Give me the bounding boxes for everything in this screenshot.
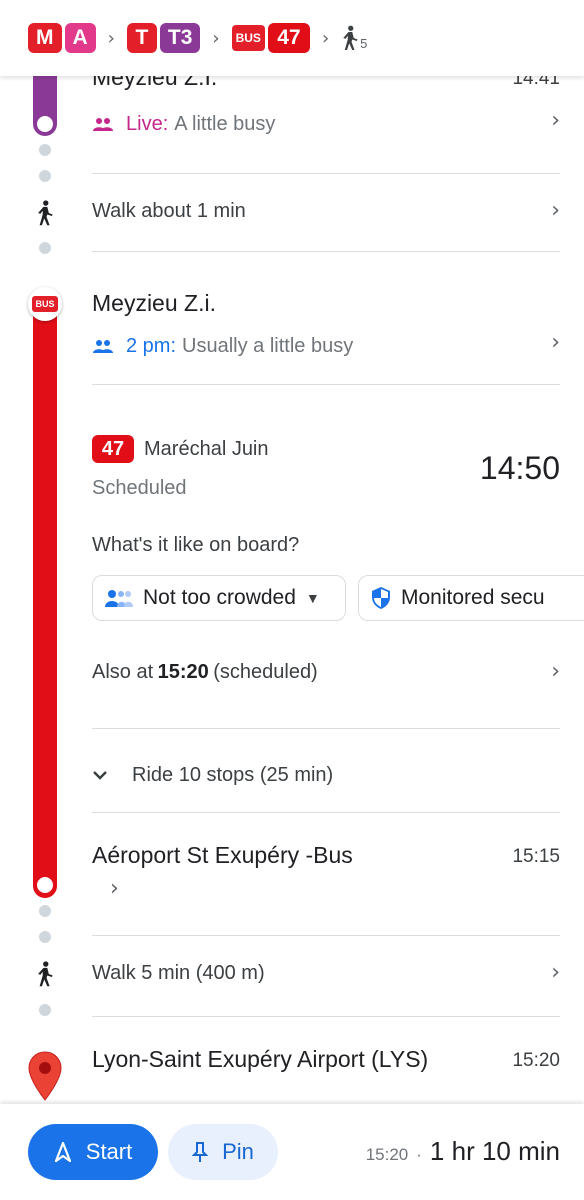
onboard-question: What's it like on board? [92,534,300,556]
walk-dot [39,1004,51,1016]
tram-mode-badge: T [126,23,157,53]
trip-duration: 1 hr 10 min [429,1136,560,1166]
arrival-time: 15:20 [365,1145,409,1164]
ride-summary: Ride 10 stops (25 min) [132,763,334,786]
trip-eta: 15:20 · 1 hr 10 min [366,1136,560,1167]
people-icon [93,340,113,353]
bus-icon-label: BUS [32,296,58,312]
stop-name: Meyzieu Z.i. [92,290,216,316]
divider [92,728,560,729]
bus-direction: Maréchal Juin [144,437,269,460]
chevron-down-icon [93,771,107,780]
forecast-status: Usually a little busy [182,334,354,357]
security-chip[interactable]: Monitored secu [358,575,584,621]
bus-alight-stop[interactable]: Aéroport St Exupéry -Bus 15:15 [92,842,560,872]
bus-boarding-stop[interactable]: Meyzieu Z.i. [92,290,560,320]
start-label: Start [85,1139,133,1164]
walk-dot [39,170,51,182]
shield-icon [372,587,390,609]
destination-name: Lyon-Saint Exupéry Airport (LYS) [92,1046,429,1072]
divider [92,812,560,813]
chevron-right-icon: › [212,27,220,49]
live-status: A little busy [174,112,276,135]
walk-dot [39,242,51,254]
divider [92,1016,560,1017]
walk-step-1[interactable]: Walk about 1 min › [92,198,560,230]
walk-icon [38,200,53,226]
destination-row[interactable]: Lyon-Saint Exupéry Airport (LYS) 15:20 [92,1046,560,1078]
crowd-chip-label: Not too crowded [143,586,296,609]
crowd-forecast-row[interactable]: 2 pm: Usually a little busy › [92,330,560,360]
also-prefix: Also at [92,661,154,683]
people-icon [93,118,113,131]
divider [92,935,560,936]
stop-ring [37,116,53,132]
bus-stop-icon: BUS [28,287,62,321]
bottom-action-bar: Start Pin 15:20 · 1 hr 10 min [0,1104,584,1200]
bus-line-badge: 47 [92,435,134,463]
bus-line-segment [33,300,57,898]
also-suffix: (scheduled) [213,661,318,683]
forecast-time: 2 pm: [126,334,177,357]
walk-count: 5 [360,36,368,51]
schedule-status: Scheduled [92,477,187,499]
ride-stops-toggle[interactable]: Ride 10 stops (25 min) [92,760,560,790]
walk-step-2[interactable]: Walk 5 min (400 m) › [92,960,560,992]
tram-line-t3-badge: T3 [159,23,201,53]
chevron-right-icon: › [551,198,560,223]
chevron-right-icon[interactable]: › [110,876,584,901]
stop-ring [37,877,53,893]
walk-dot [39,931,51,943]
chevron-right-icon: › [321,27,330,49]
destination-pin-icon [28,1051,62,1101]
status-row: Scheduled [92,477,560,505]
destination-time: 15:20 [512,1050,560,1071]
pin-label: Pin [222,1139,254,1164]
live-label: Live: [126,112,169,135]
pushpin-icon [192,1142,209,1162]
walk-icon [38,961,53,987]
walk-text: Walk about 1 min [92,200,246,222]
walk-icon [343,25,358,50]
onboard-question-row: What's it like on board? [92,534,560,562]
security-chip-label: Monitored secu [401,586,545,609]
also-time: 15:20 [157,661,209,683]
separator: · [416,1145,422,1164]
navigation-arrow-icon [54,1141,71,1163]
crowd-chip[interactable]: Not too crowded ▼ [92,575,346,621]
metro-line-a-badge: A [64,23,96,53]
walk-text: Walk 5 min (400 m) [92,962,265,984]
chevron-right-icon: › [551,960,560,985]
alight-time: 15:15 [512,846,560,867]
chevron-right-icon: › [551,330,560,355]
walk-dot [39,144,51,156]
divider [92,251,560,252]
chevron-right-icon: › [551,108,560,133]
start-button[interactable]: Start [28,1124,158,1180]
walk-segment: 5 [341,25,367,51]
bus-line-47-badge: 47 [267,23,310,53]
dropdown-arrow-icon: ▼ [305,590,320,606]
stop-name: Aéroport St Exupéry -Bus [92,842,353,868]
divider [92,173,560,174]
crowd-level-icon [105,590,133,607]
chevron-right-icon: › [551,659,560,684]
pin-button[interactable]: Pin [168,1124,278,1180]
route-summary-header: M A › T T3 › BUS 47 › 5 [0,0,584,76]
also-at-row[interactable]: Also at 15:20 (scheduled) › [92,659,560,691]
chevron-right-icon: › [107,27,115,49]
metro-mode-badge: M [28,23,62,53]
divider [92,384,560,385]
walk-dot [39,905,51,917]
live-crowd-row[interactable]: Live: A little busy › [92,108,560,138]
bus-mode-badge: BUS [231,25,265,51]
